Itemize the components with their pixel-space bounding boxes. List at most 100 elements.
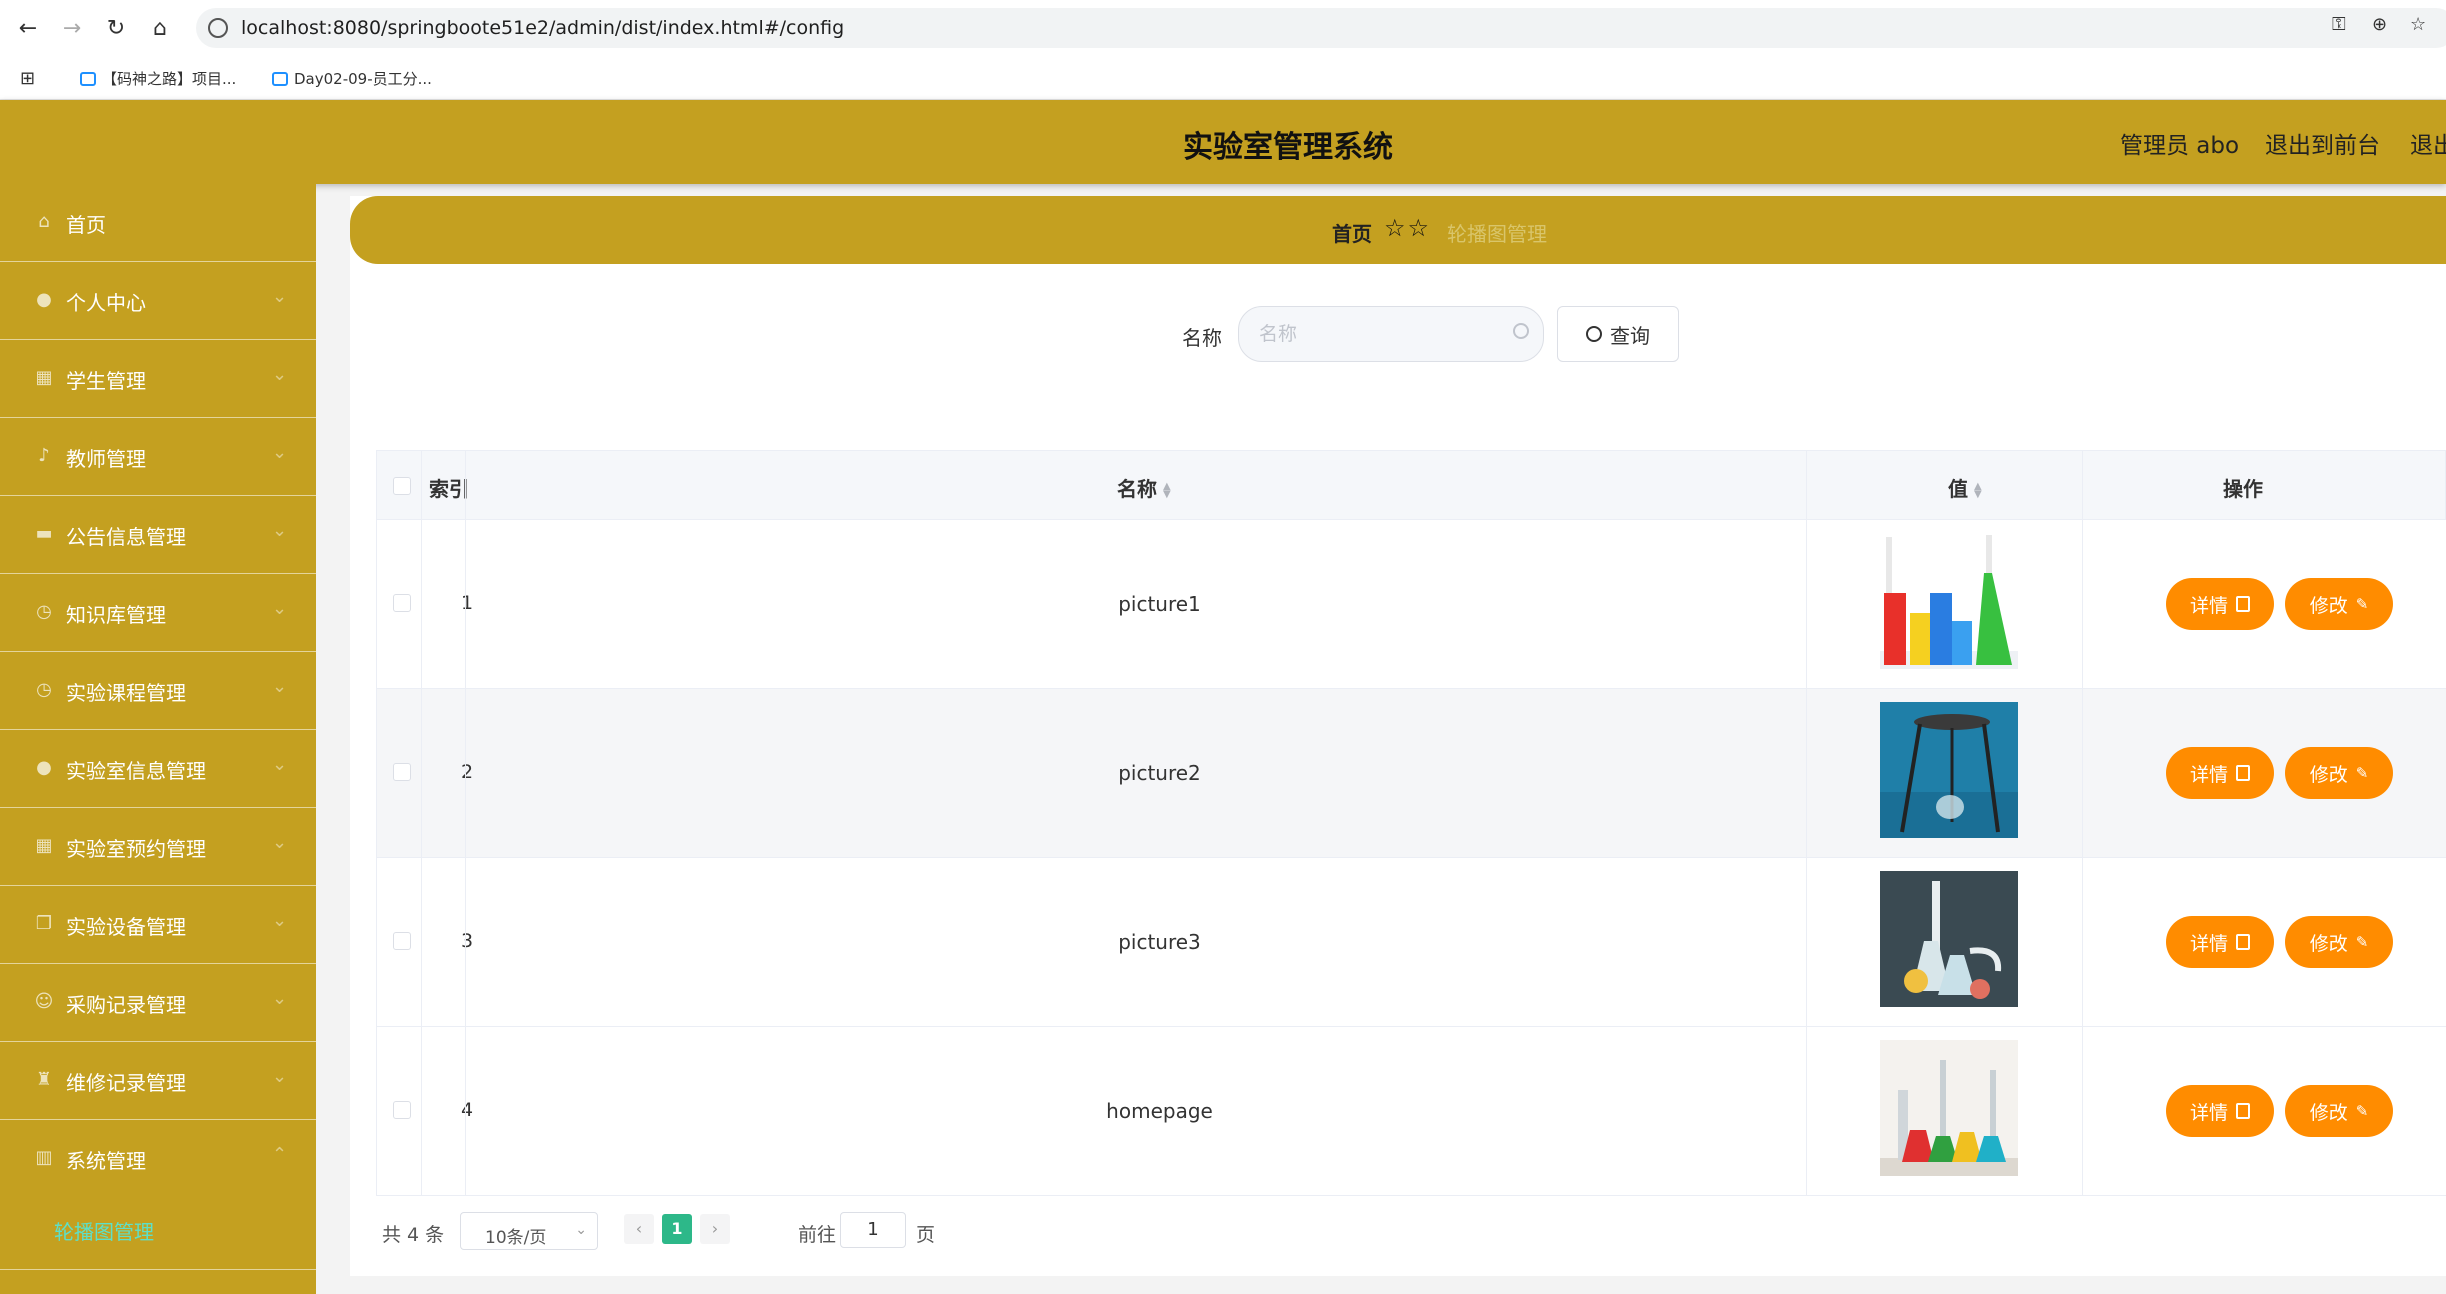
user-icon: ● [36, 289, 52, 310]
sidebar-item-courses[interactable]: ◷ 实验课程管理 ⌄ [0, 652, 316, 730]
query-button[interactable]: 查询 [1557, 306, 1679, 362]
thumbnail-image[interactable] [1880, 1040, 2018, 1176]
sidebar-item-system[interactable]: ▥ 系统管理 ⌃ 轮播图管理 [0, 1120, 316, 1270]
address-bar[interactable]: localhost:8080/springboote51e2/admin/dis… [196, 8, 2446, 48]
row-checkbox[interactable] [393, 594, 411, 612]
book-icon: ▦ [35, 835, 53, 856]
thumbnail-image[interactable] [1880, 702, 2018, 838]
edit-button[interactable]: 修改 ✎ [2285, 1085, 2393, 1137]
cell-index: 4 [461, 1099, 474, 1121]
edit-icon: ✎ [2355, 764, 2369, 782]
bookmark-star-icon[interactable]: ☆ [2410, 14, 2426, 35]
home-icon: ⌂ [38, 211, 50, 232]
sidebar-item-label: 实验课程管理 [66, 681, 186, 705]
user-icon: ● [36, 757, 52, 778]
thumbnail-image[interactable] [1880, 533, 2018, 669]
sidebar-item-students[interactable]: ▦ 学生管理 ⌄ [0, 340, 316, 418]
sidebar-item-equipment[interactable]: ❐ 实验设备管理 ⌄ [0, 886, 316, 964]
sort-icon[interactable]: ▲ ▼ [1974, 481, 1982, 499]
detail-button[interactable]: 详情 [2166, 578, 2274, 630]
detail-button[interactable]: 详情 [2166, 916, 2274, 968]
sidebar-item-lab-info[interactable]: ● 实验室信息管理 ⌄ [0, 730, 316, 808]
row-checkbox[interactable] [393, 932, 411, 950]
sidebar-item-lab-reservations[interactable]: ▦ 实验室预约管理 ⌄ [0, 808, 316, 886]
forward-icon[interactable]: → [58, 14, 86, 42]
chevron-up-icon: ⌃ [272, 1144, 288, 1165]
sidebar-item-announcements[interactable]: ▬ 公告信息管理 ⌄ [0, 496, 316, 574]
logout-link[interactable]: 退出 [2410, 126, 2446, 160]
header-value[interactable]: 值 ▲ ▼ [1948, 473, 1982, 502]
sidebar-item-home[interactable]: ⌂ 首页 [0, 184, 316, 262]
home-icon[interactable]: ⌂ [146, 14, 174, 42]
chevron-down-icon: ⌄ [272, 832, 288, 853]
breadcrumb-home[interactable]: 首页 [1332, 218, 1372, 247]
bookmark-label: 【码神之路】项目... [102, 70, 237, 88]
submenu-carousel[interactable]: 轮播图管理 [54, 1216, 154, 1245]
edit-button[interactable]: 修改 ✎ [2285, 747, 2393, 799]
chevron-down-icon: ⌄ [272, 598, 288, 619]
sidebar-item-repairs[interactable]: ♜ 维修记录管理 ⌄ [0, 1042, 316, 1120]
header-index: 索引 [429, 477, 469, 501]
table-row: 2 picture2 详情 修改 ✎ [376, 689, 2446, 858]
zoom-icon[interactable]: ⊕ [2372, 14, 2387, 35]
chevron-down-icon: ⌄ [272, 364, 288, 385]
url-text[interactable]: localhost:8080/springboote51e2/admin/dis… [241, 17, 844, 39]
goto-page-input[interactable]: 1 [840, 1212, 906, 1248]
reload-icon[interactable]: ↻ [102, 14, 130, 42]
chevron-down-icon: ⌄ [272, 676, 288, 697]
document-icon [2236, 596, 2250, 612]
sidebar-item-label: 维修记录管理 [66, 1071, 186, 1095]
detail-label: 详情 [2189, 594, 2228, 617]
cell-index: 1 [461, 592, 474, 614]
page-suffix: 页 [916, 1224, 936, 1246]
row-checkbox[interactable] [393, 763, 411, 781]
detail-button[interactable]: 详情 [2166, 1085, 2274, 1137]
sidebar-item-knowledge-base[interactable]: ◷ 知识库管理 ⌄ [0, 574, 316, 652]
search-input[interactable] [1239, 307, 1543, 361]
bookmark-item[interactable]: Day02-09-员工分... [272, 68, 432, 89]
next-page-icon[interactable]: › [700, 1214, 730, 1244]
apps-grid-icon[interactable]: ⊞ [20, 68, 35, 89]
sidebar-item-personal-center[interactable]: ● 个人中心 ⌄ [0, 262, 316, 340]
sidebar-item-label: 实验设备管理 [66, 915, 186, 939]
page-size-select[interactable]: 10条/页 ⌄ [460, 1212, 598, 1250]
sidebar: ⌂ 首页 ● 个人中心 ⌄ ▦ 学生管理 ⌄ ♪ 教师管理 ⌄ ▬ 公告信息管理… [0, 184, 316, 1294]
prev-page-icon[interactable]: ‹ [624, 1214, 654, 1244]
edit-button[interactable]: 修改 ✎ [2285, 916, 2393, 968]
app-header: 实验室管理系统 管理员 abo 退出到前台 退出 [0, 100, 2446, 184]
page-number-current[interactable]: 1 [662, 1214, 692, 1244]
exit-to-frontend-link[interactable]: 退出到前台 [2265, 126, 2380, 160]
detail-button[interactable]: 详情 [2166, 747, 2274, 799]
document-icon [2236, 934, 2250, 950]
select-all-checkbox[interactable] [393, 477, 411, 495]
sidebar-item-label: 系统管理 [66, 1149, 146, 1173]
header-name[interactable]: 名称 ▲ ▼ [1117, 473, 1171, 502]
site-info-icon[interactable] [208, 18, 228, 38]
edit-icon: ✎ [2355, 933, 2369, 951]
sidebar-item-teachers[interactable]: ♪ 教师管理 ⌄ [0, 418, 316, 496]
book-icon: ▦ [35, 367, 53, 388]
total-count: 共 4 条 [382, 1224, 445, 1246]
edit-label: 修改 [2309, 594, 2348, 617]
back-icon[interactable]: ← [14, 14, 42, 42]
thumbnail-image[interactable] [1880, 871, 2018, 1007]
goto-label: 前往 [798, 1224, 837, 1246]
search-label: 名称 [1182, 326, 1222, 350]
chevron-down-icon: ⌄ [272, 910, 288, 931]
search-icon [1513, 323, 1529, 339]
browser-toolbar: ← → ↻ ⌂ localhost:8080/springboote51e2/a… [0, 0, 2446, 56]
sort-icon[interactable]: ▲ ▼ [1163, 481, 1171, 499]
sidebar-item-label: 教师管理 [66, 447, 146, 471]
password-key-icon[interactable]: ⚿ [2332, 14, 2346, 35]
edit-label: 修改 [2309, 932, 2348, 955]
bookmark-item[interactable]: 【码神之路】项目... [80, 68, 236, 89]
smile-icon: ☺ [34, 991, 54, 1012]
sidebar-item-purchases[interactable]: ☺ 采购记录管理 ⌄ [0, 964, 316, 1042]
edit-button[interactable]: 修改 ✎ [2285, 578, 2393, 630]
clock-icon: ◷ [36, 679, 52, 700]
row-checkbox[interactable] [393, 1101, 411, 1119]
detail-label: 详情 [2189, 1101, 2228, 1124]
document-icon [2236, 1103, 2250, 1119]
search-field[interactable] [1238, 306, 1544, 362]
bilibili-icon [80, 71, 96, 86]
